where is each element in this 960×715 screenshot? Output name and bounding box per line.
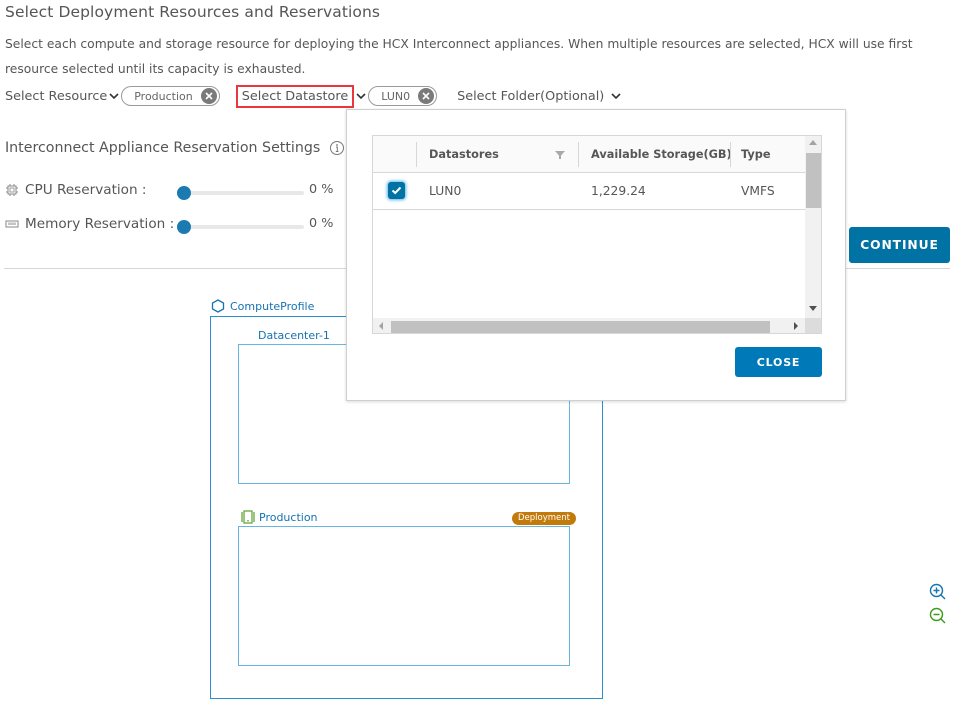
remove-datastore-icon[interactable]: [418, 88, 435, 104]
memory-slider-thumb[interactable]: [177, 220, 191, 234]
cluster-name: Production: [259, 510, 318, 524]
zoom-out-icon[interactable]: [928, 606, 948, 626]
select-resource-label: Select Resource: [5, 88, 108, 104]
memory-reservation-value: 0 %: [309, 216, 334, 231]
page-description: Select each compute and storage resource…: [5, 37, 913, 76]
cpu-icon: [5, 183, 19, 197]
page-title: Select Deployment Resources and Reservat…: [5, 3, 381, 21]
scrollbar-corner: [805, 318, 821, 333]
table-row[interactable]: LUN0 1,229.24 VMFS: [373, 173, 805, 210]
column-separator: [578, 142, 579, 167]
info-icon[interactable]: [329, 140, 345, 156]
type-cell: VMFS: [741, 184, 775, 198]
datastore-chip: LUN0: [368, 86, 438, 106]
compute-profile-name: ComputeProfile: [230, 299, 315, 313]
compute-profile-label: ComputeProfile: [211, 299, 314, 313]
scroll-down-arrow-icon[interactable]: [809, 306, 817, 311]
close-button[interactable]: CLOSE: [735, 347, 822, 377]
select-datastore-label: Select Datastore: [241, 88, 349, 104]
memory-reservation-label: Memory Reservation :: [5, 216, 174, 232]
grid-header: Datastores Available Storage(GB) Type: [373, 136, 805, 173]
available-storage-cell: 1,229.24: [591, 184, 646, 198]
vertical-scrollbar[interactable]: [805, 136, 821, 318]
column-separator: [730, 142, 731, 167]
resource-chip-label: Production: [134, 89, 193, 103]
hexagon-icon: [211, 299, 225, 313]
resource-selector-row: Select Resource Production Select Datast…: [5, 84, 622, 108]
filter-icon[interactable]: [555, 150, 565, 160]
remove-resource-icon[interactable]: [200, 88, 217, 104]
cpu-reservation-text: CPU Reservation :: [25, 182, 147, 198]
horizontal-scrollbar[interactable]: [373, 318, 805, 333]
row-checkbox[interactable]: [388, 182, 405, 199]
resource-chip: Production: [121, 86, 220, 106]
deployment-badge: Deployment: [512, 512, 576, 525]
cluster-label: Production: [240, 510, 318, 524]
scroll-left-arrow-icon[interactable]: [379, 322, 383, 330]
column-header-datastores[interactable]: Datastores: [429, 136, 499, 173]
cpu-reservation-slider[interactable]: [177, 186, 304, 200]
column-header-type[interactable]: Type: [741, 136, 770, 173]
chevron-down-icon[interactable]: [355, 90, 367, 102]
memory-reservation-text: Memory Reservation :: [25, 216, 175, 232]
select-datastore-dropdown[interactable]: Select Datastore: [235, 84, 355, 108]
memory-icon: [5, 217, 19, 231]
cpu-reservation-value: 0 %: [309, 182, 334, 197]
cpu-reservation-label: CPU Reservation :: [5, 182, 147, 198]
zoom-in-icon[interactable]: [928, 582, 948, 602]
scroll-up-arrow-icon[interactable]: [809, 140, 817, 145]
cpu-slider-thumb[interactable]: [177, 186, 191, 200]
cluster-box: [238, 526, 570, 666]
column-separator: [416, 142, 417, 167]
column-header-available-storage[interactable]: Available Storage(GB): [591, 136, 732, 173]
reservation-settings-label: Interconnect Appliance Reservation Setti…: [5, 140, 321, 156]
continue-button[interactable]: CONTINUE: [849, 227, 950, 263]
datastore-chip-label: LUN0: [381, 89, 411, 103]
scroll-right-arrow-icon[interactable]: [794, 322, 798, 330]
select-folder-dropdown[interactable]: Select Folder(Optional): [457, 89, 622, 104]
horizontal-scroll-thumb[interactable]: [391, 321, 770, 333]
datastore-popup: Datastores Available Storage(GB) Type LU…: [346, 109, 846, 401]
reservation-settings-title: Interconnect Appliance Reservation Setti…: [5, 140, 345, 156]
datastore-name-cell: LUN0: [429, 184, 462, 198]
chevron-down-icon: [610, 90, 622, 102]
chevron-down-icon: [108, 90, 120, 102]
select-resource-dropdown[interactable]: Select Resource: [5, 89, 120, 104]
datacenter-label: Datacenter-1: [258, 329, 330, 342]
select-folder-label: Select Folder(Optional): [457, 88, 605, 104]
memory-reservation-slider[interactable]: [177, 220, 304, 234]
datastore-grid: Datastores Available Storage(GB) Type LU…: [372, 135, 822, 334]
cluster-icon: [240, 510, 256, 524]
vertical-scroll-thumb[interactable]: [806, 153, 821, 208]
